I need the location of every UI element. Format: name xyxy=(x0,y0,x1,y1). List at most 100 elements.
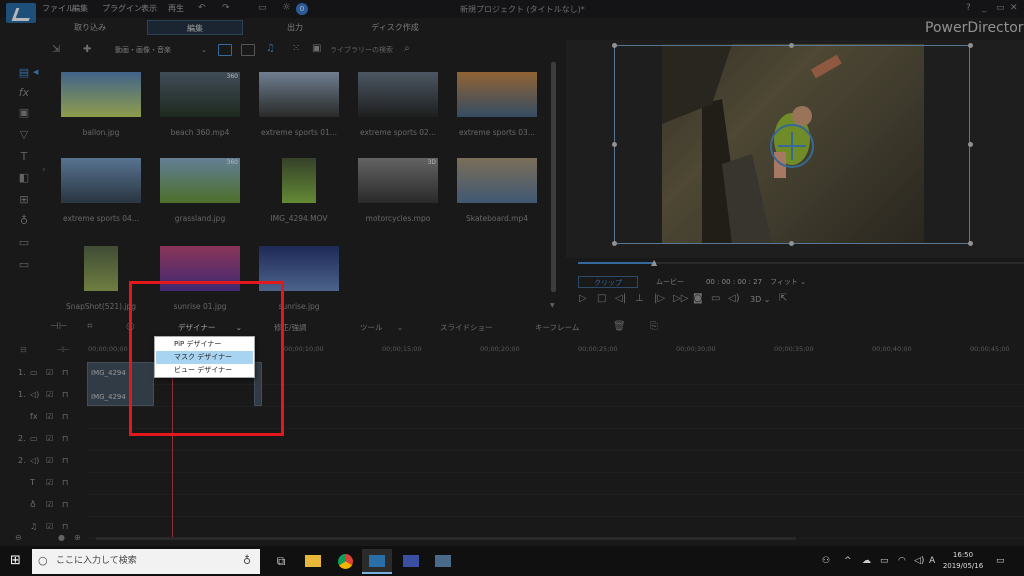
keyboard-icon[interactable]: ▭ xyxy=(258,3,267,13)
redo-icon[interactable]: ↷ xyxy=(222,3,230,13)
file-explorer-icon[interactable] xyxy=(298,549,328,574)
fx-room-icon[interactable]: fx xyxy=(17,86,31,100)
track-enable-checkbox[interactable]: ☑ xyxy=(46,478,53,487)
track-enable-checkbox[interactable]: ☑ xyxy=(46,412,53,421)
menu-play[interactable]: 再生 xyxy=(168,3,184,14)
tab-edit[interactable]: 編集 xyxy=(147,20,243,35)
powerdirector-taskbar-icon[interactable] xyxy=(362,549,392,574)
pip-room-icon[interactable]: ▣ xyxy=(17,106,31,120)
undo-icon[interactable]: ↶ xyxy=(198,3,206,13)
resize-handle[interactable] xyxy=(612,43,617,48)
track-enable-checkbox[interactable]: ☑ xyxy=(46,456,53,465)
library-thumbnail[interactable] xyxy=(61,158,141,203)
movie-mode-button[interactable]: ムービー xyxy=(640,276,700,288)
next-frame-icon[interactable]: |▷ xyxy=(654,293,665,304)
fit-timeline-icon[interactable]: ⊣⊢ xyxy=(56,345,70,354)
crop-icon[interactable]: ⌗ xyxy=(87,321,93,332)
resize-handle[interactable] xyxy=(968,142,973,147)
zoom-out-icon[interactable]: ⊖ xyxy=(15,533,22,542)
track-enable-checkbox[interactable]: ☑ xyxy=(46,368,53,377)
resize-handle[interactable] xyxy=(789,241,794,246)
library-thumbnail[interactable] xyxy=(84,246,118,291)
media-filter-dropdown[interactable]: 動画・画像・音楽 ⌄ xyxy=(105,44,213,57)
settings-icon[interactable]: ☼ xyxy=(282,2,291,13)
scroll-down-icon[interactable]: ▼ xyxy=(550,302,555,309)
show-hidden-icons[interactable]: ^ xyxy=(844,556,852,566)
resize-handle[interactable] xyxy=(968,241,973,246)
library-thumbnail[interactable]: 360 xyxy=(160,158,240,203)
import-media-icon[interactable]: ⇲ xyxy=(52,44,60,55)
video-filter-icon[interactable] xyxy=(218,44,232,56)
library-scrollbar[interactable] xyxy=(551,62,556,312)
transition-room-icon[interactable]: ◧ xyxy=(17,171,31,185)
slideshow-button[interactable]: スライドショー xyxy=(440,322,493,333)
undock-icon[interactable]: ⇱ xyxy=(779,293,787,304)
playback-track[interactable] xyxy=(656,262,1024,264)
timeline-view-icon[interactable]: ⊟ xyxy=(20,345,27,354)
track-lock-icon[interactable]: ⊓ xyxy=(62,434,68,443)
clip-mode-button[interactable]: クリップ xyxy=(578,276,638,288)
media-room-icon[interactable]: ▤ xyxy=(17,66,31,80)
title-room-icon[interactable]: T xyxy=(17,150,31,164)
track-manager-icon[interactable]: ⊣⊢ xyxy=(50,321,67,332)
track-lock-icon[interactable]: ⊓ xyxy=(62,500,68,509)
image-filter-icon[interactable] xyxy=(241,44,255,56)
task-view-icon[interactable]: ⧉ xyxy=(266,549,296,574)
menu-view[interactable]: 表示 xyxy=(141,3,157,14)
people-icon[interactable]: ⚇ xyxy=(822,556,830,566)
mark-in-icon[interactable]: ⊥ xyxy=(635,293,644,304)
voiceover-room-icon[interactable]: ♁ xyxy=(17,214,31,228)
taskbar-search-input[interactable]: ここに入力して検索 xyxy=(32,549,260,574)
menu-plugin[interactable]: プラグイン xyxy=(102,3,142,14)
resize-handle[interactable] xyxy=(612,241,617,246)
library-thumbnail[interactable] xyxy=(61,72,141,117)
tab-output[interactable]: 出力 xyxy=(250,20,340,35)
onedrive-icon[interactable]: ☁ xyxy=(862,556,871,566)
move-crosshair-icon[interactable] xyxy=(770,124,814,168)
library-thumbnail[interactable] xyxy=(358,72,438,117)
previous-frame-icon[interactable]: ◁| xyxy=(615,293,626,304)
keyframe-button[interactable]: キーフレーム xyxy=(535,322,579,333)
track-lock-icon[interactable]: ⊓ xyxy=(62,522,68,531)
track-enable-checkbox[interactable]: ☑ xyxy=(46,434,53,443)
track-enable-checkbox[interactable]: ☑ xyxy=(46,522,53,531)
resize-handle[interactable] xyxy=(789,43,794,48)
action-center-icon[interactable]: ▭ xyxy=(996,556,1005,566)
library-thumbnail[interactable]: 3D xyxy=(358,158,438,203)
system-clock[interactable]: 16:50 2019/05/16 xyxy=(940,550,986,572)
tools-menu-button[interactable]: ツール ⌄ xyxy=(360,322,403,333)
menu-file[interactable]: ファイル xyxy=(42,3,74,14)
app2-taskbar-icon[interactable] xyxy=(428,549,458,574)
tab-import[interactable]: 取り込み xyxy=(45,20,135,35)
resize-handle[interactable] xyxy=(968,43,973,48)
resize-handle[interactable] xyxy=(612,142,617,147)
audio-mix-room-icon[interactable]: ⊞ xyxy=(17,193,31,207)
speaker-icon[interactable]: ◁) xyxy=(914,556,924,566)
subtitle-room-icon[interactable]: ▭ xyxy=(17,258,31,272)
grid-view-icon[interactable]: ⁙ xyxy=(292,43,300,54)
play-icon[interactable]: ▷ xyxy=(579,293,587,304)
track-lock-icon[interactable]: ⊓ xyxy=(62,412,68,421)
fast-forward-icon[interactable]: ▷▷ xyxy=(673,293,688,304)
volume-icon[interactable]: ◁) xyxy=(728,293,740,304)
thumbnail-size-icon[interactable]: ▣ xyxy=(312,43,321,54)
render-preview-icon[interactable]: ⎘ xyxy=(650,321,658,332)
track-lock-icon[interactable]: ⊓ xyxy=(62,456,68,465)
library-thumbnail[interactable]: 360 xyxy=(160,72,240,117)
expand-panel-icon[interactable]: › xyxy=(42,165,46,175)
zoom-slider-knob[interactable]: ● xyxy=(58,533,65,542)
notification-badge[interactable]: 0 xyxy=(296,3,308,15)
music-filter-icon[interactable]: ♫ xyxy=(266,43,275,54)
chrome-icon[interactable] xyxy=(330,549,360,574)
minimize-button[interactable]: _ xyxy=(982,3,987,13)
zoom-in-icon[interactable]: ⊕ xyxy=(74,533,81,542)
help-button[interactable]: ? xyxy=(966,3,971,13)
threed-toggle[interactable]: 3D ⌄ xyxy=(750,295,771,304)
zoom-fit-select[interactable]: フィット ⌄ xyxy=(770,276,820,288)
track-enable-checkbox[interactable]: ☑ xyxy=(46,500,53,509)
track-lock-icon[interactable]: ⊓ xyxy=(62,368,68,377)
chapter-room-icon[interactable]: ▭ xyxy=(17,236,31,250)
maximize-button[interactable]: ▭ xyxy=(996,3,1005,13)
tab-disc[interactable]: ディスク作成 xyxy=(350,20,440,35)
track-enable-checkbox[interactable]: ☑ xyxy=(46,390,53,399)
